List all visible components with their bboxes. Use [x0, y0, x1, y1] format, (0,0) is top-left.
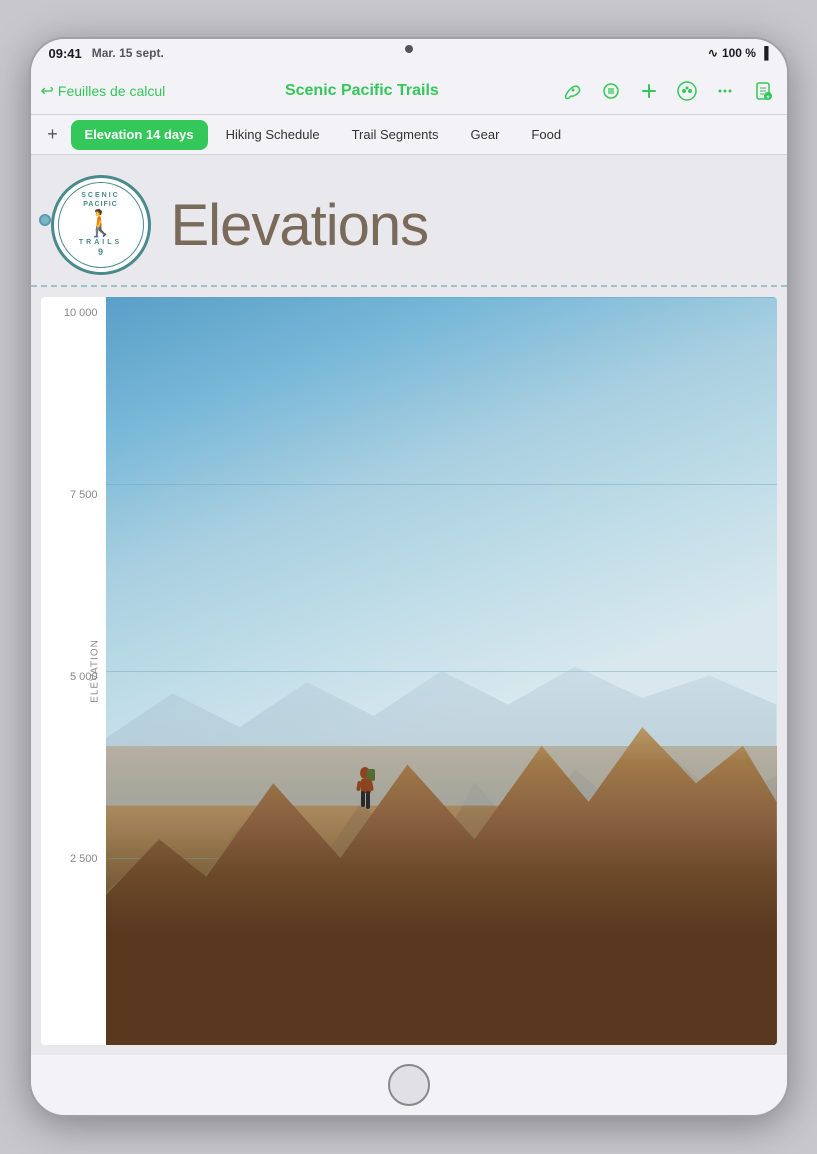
status-bar: 09:41 Mar. 15 sept. ∿ 100 % ▐	[31, 39, 787, 67]
chart-inner	[106, 297, 777, 1045]
back-label: Feuilles de calcul	[58, 83, 165, 99]
toolbar-icons: +	[559, 77, 777, 105]
main-content: SCENIC PACIFIC 🚶 TRAILS 9 Elevations 10 …	[31, 155, 787, 1055]
document-title: Scenic Pacific Trails	[171, 82, 552, 100]
y-label-7500: 7 500	[70, 489, 98, 501]
tab-hiking-schedule[interactable]: Hiking Schedule	[212, 120, 334, 150]
y-axis-title: ELEVATION	[89, 639, 100, 703]
home-button-area	[31, 1055, 787, 1115]
back-arrow-icon: ↩	[41, 81, 54, 101]
status-right: ∿ 100 % ▐	[708, 46, 769, 60]
grid-line-7500	[106, 484, 777, 485]
selection-handle[interactable]	[39, 214, 51, 226]
doc-icon[interactable]: +	[749, 77, 777, 105]
svg-text:+: +	[766, 95, 770, 101]
scenic-pacific-trails-logo: SCENIC PACIFIC 🚶 TRAILS 9	[51, 175, 151, 275]
toolbar: ↩ Feuilles de calcul Scenic Pacific Trai…	[31, 67, 787, 115]
tab-food[interactable]: Food	[517, 120, 575, 150]
logo-trails-text: TRAILS	[79, 238, 122, 247]
chart-area: 10 000 7 500 ELEVATION 5 000 2 500	[41, 297, 777, 1045]
y-axis: 10 000 7 500 ELEVATION 5 000 2 500	[41, 297, 106, 1045]
y-label-2500: 2 500	[70, 853, 98, 865]
home-button[interactable]	[388, 1064, 430, 1106]
back-button[interactable]: ↩ Feuilles de calcul	[41, 81, 166, 101]
camera	[405, 45, 413, 53]
share-icon[interactable]	[673, 77, 701, 105]
sheet-header: SCENIC PACIFIC 🚶 TRAILS 9 Elevations	[31, 155, 787, 287]
ipad-device: 09:41 Mar. 15 sept. ∿ 100 % ▐ ↩ Feuilles…	[29, 37, 789, 1117]
tabs-bar: + Elevation 14 days Hiking Schedule Trai…	[31, 115, 787, 155]
hiker-silhouette	[347, 761, 383, 821]
status-date: Mar. 15 sept.	[92, 46, 164, 60]
logo-number: 9	[98, 247, 103, 258]
add-tab-button[interactable]: +	[39, 121, 67, 149]
y-label-10000: 10 000	[64, 307, 98, 319]
rocky-foreground	[106, 821, 777, 1045]
hiker-logo-icon: 🚶	[84, 209, 116, 238]
battery-level: 100 %	[722, 46, 756, 60]
more-icon[interactable]	[711, 77, 739, 105]
paint-brush-icon[interactable]	[559, 77, 587, 105]
add-icon[interactable]	[635, 77, 663, 105]
wifi-icon: ∿	[708, 46, 718, 60]
tab-elevation-14-days[interactable]: Elevation 14 days	[71, 120, 208, 150]
grid-line-top	[106, 297, 777, 298]
elevation-chart-photo	[106, 297, 777, 1045]
tab-trail-segments[interactable]: Trail Segments	[338, 120, 453, 150]
battery-icon: ▐	[760, 46, 769, 60]
format-list-icon[interactable]	[597, 77, 625, 105]
sheet-title: Elevations	[171, 192, 429, 259]
mountain-background	[106, 581, 777, 805]
tab-gear[interactable]: Gear	[457, 120, 514, 150]
grid-line-2500	[106, 858, 777, 859]
status-time: 09:41	[49, 46, 82, 61]
